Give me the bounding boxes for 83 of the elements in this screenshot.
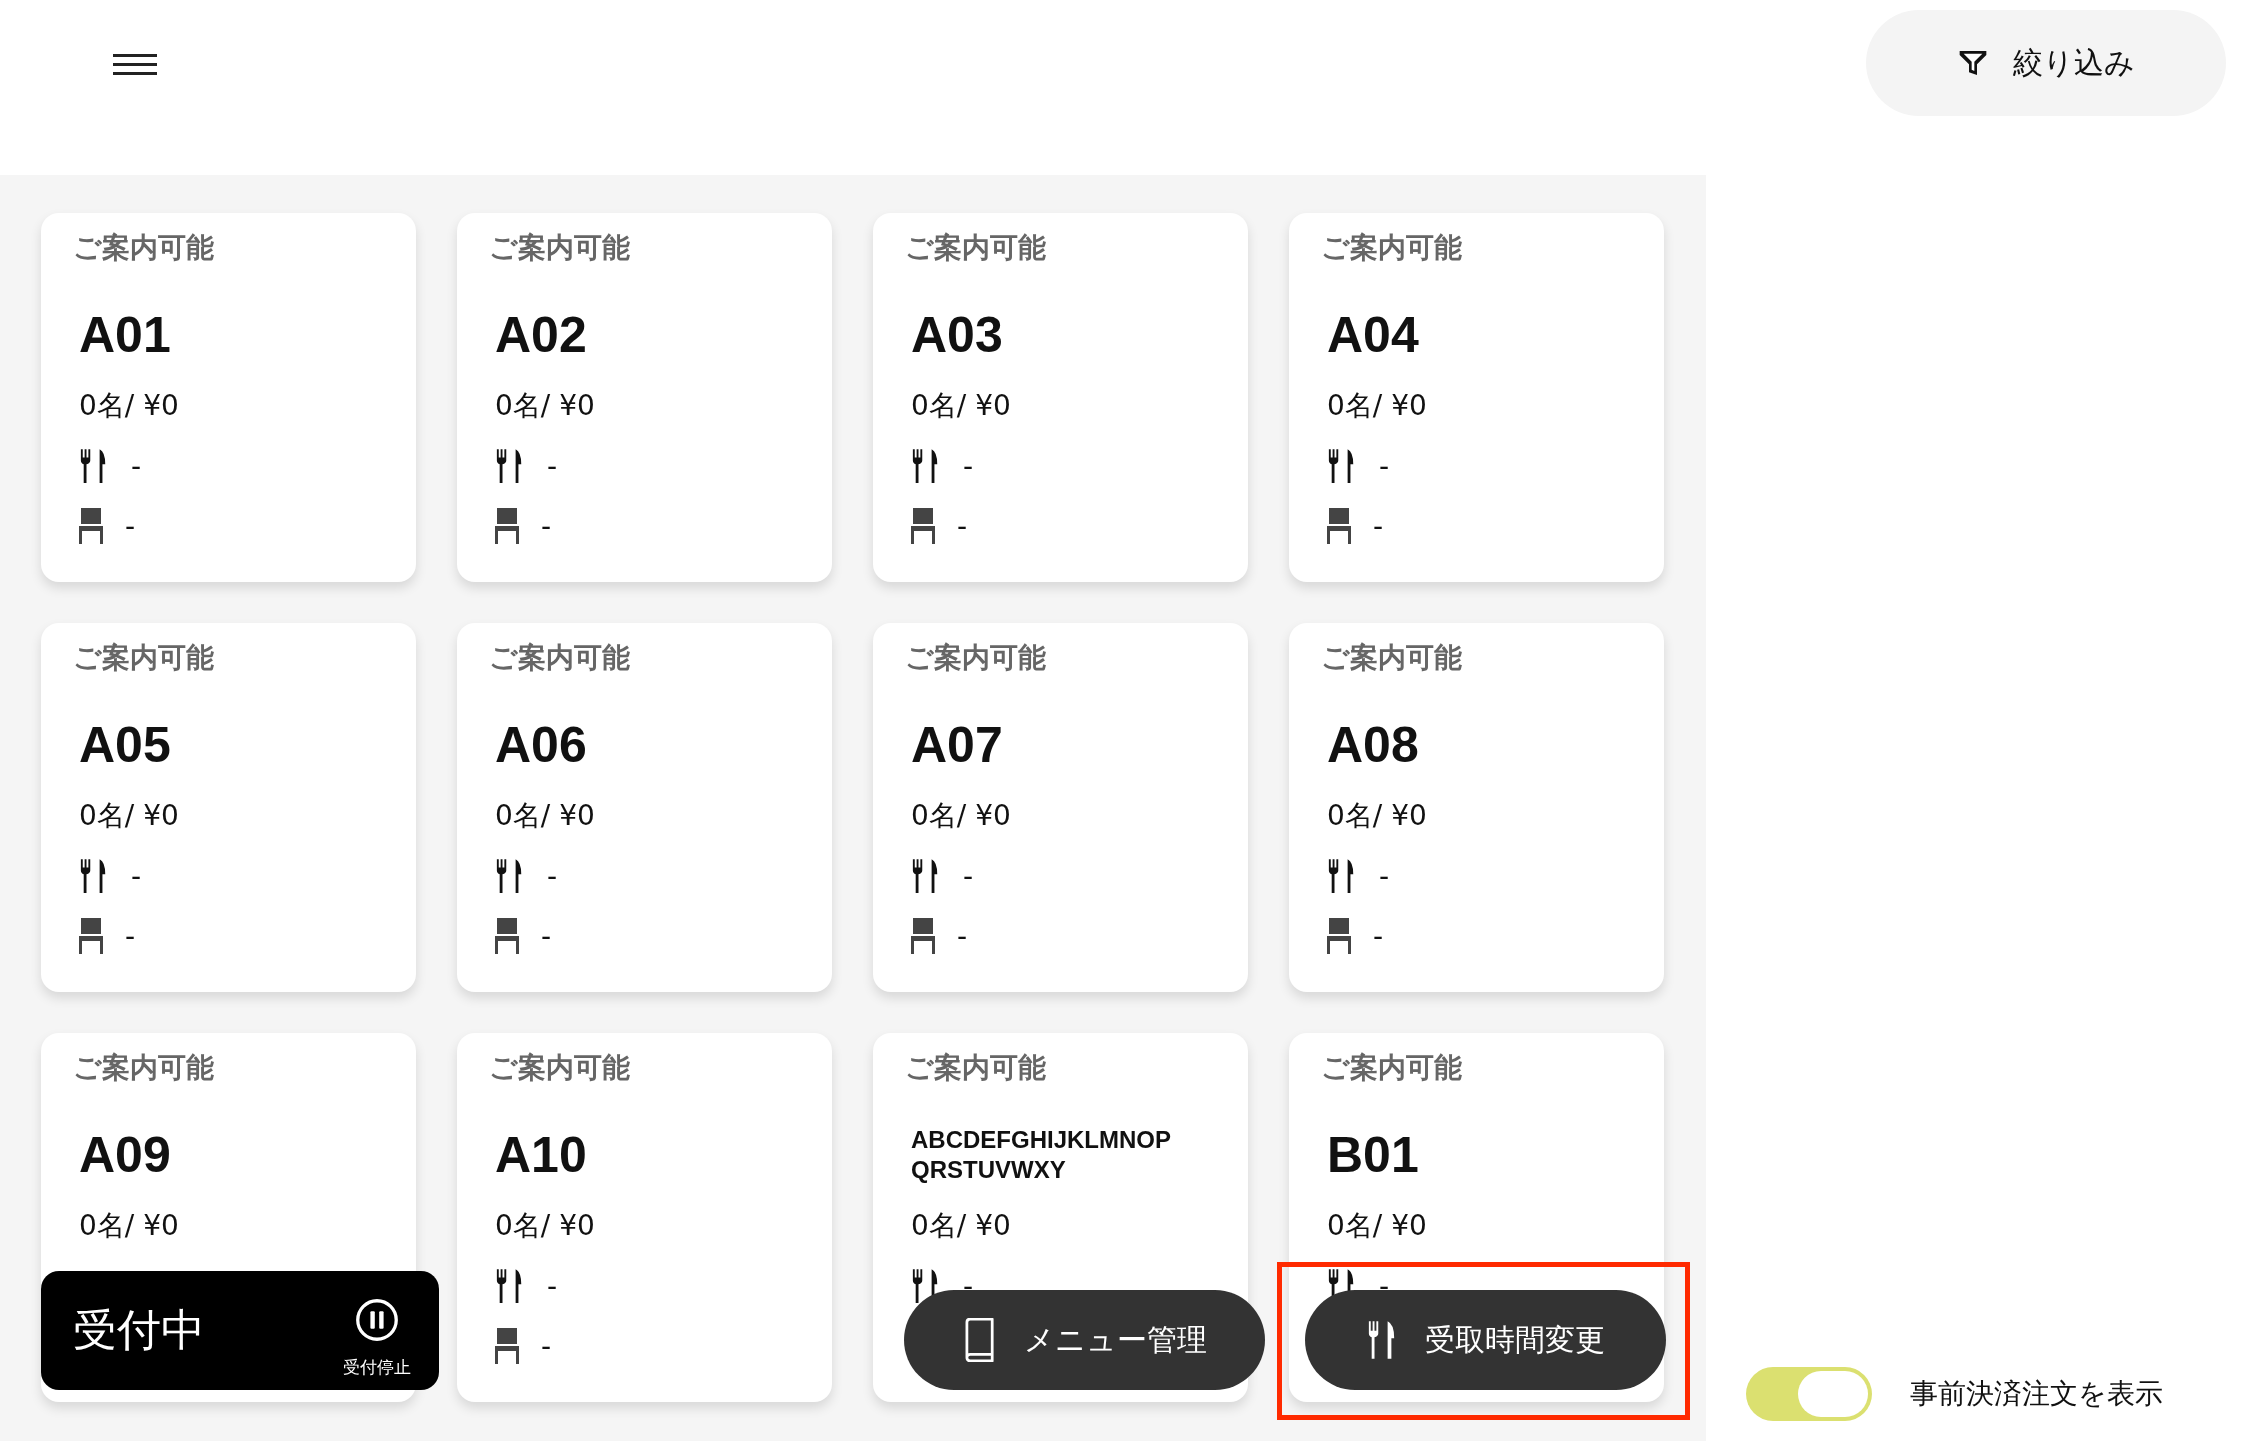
table-status: ご案内可能 [73,230,215,266]
seat-value: - [957,509,968,543]
table-status: ご案内可能 [489,230,631,266]
table-card[interactable]: ご案内可能 A08 0名/ ¥0 - - [1289,623,1664,992]
guest-summary: 0名/ ¥0 [1326,388,1428,424]
filter-button[interactable]: 絞り込み [1866,10,2226,116]
chair-icon [79,508,103,544]
reception-status: 受付中 [73,1303,205,1357]
table-card[interactable]: ご案内可能 A01 0名/ ¥0 - - [41,213,416,582]
chair-icon [495,508,519,544]
table-status: ご案内可能 [489,640,631,676]
table-card[interactable]: ご案内可能 A05 0名/ ¥0 - - [41,623,416,992]
table-card[interactable]: ご案内可能 A07 0名/ ¥0 - - [873,623,1248,992]
table-card[interactable]: ご案内可能 A06 0名/ ¥0 - - [457,623,832,992]
table-card[interactable]: ご案内可能 A10 0名/ ¥0 - - [457,1033,832,1402]
chair-icon [1327,918,1351,954]
reception-status-toast[interactable]: 受付中 受付停止 [41,1271,439,1390]
guest-summary: 0名/ ¥0 [494,388,596,424]
meal-value: - [131,449,142,483]
pause-label: 受付停止 [343,1356,411,1379]
seat-value: - [541,509,552,543]
meal-value: - [1379,449,1390,483]
guest-summary: 0名/ ¥0 [910,1208,1012,1244]
table-name: A07 [910,716,1003,775]
guest-summary: 0名/ ¥0 [910,388,1012,424]
table-name: ABCDEFGHIJKLMNOP QRSTUVWXY [910,1125,1172,1185]
seat-value: - [1373,919,1384,953]
table-status: ご案内可能 [73,1050,215,1086]
table-status: ご案内可能 [905,230,1047,266]
seat-value: - [541,1329,552,1363]
guest-summary: 0名/ ¥0 [494,798,596,834]
chair-icon [495,1328,519,1364]
guest-summary: 0名/ ¥0 [910,798,1012,834]
table-status: ご案内可能 [489,1050,631,1086]
seat-value: - [125,509,136,543]
table-card[interactable]: ご案内可能 A04 0名/ ¥0 - - [1289,213,1664,582]
chair-icon [911,508,935,544]
table-card[interactable]: ご案内可能 A03 0名/ ¥0 - - [873,213,1248,582]
seat-value: - [125,919,136,953]
meal-value: - [547,859,558,893]
chair-icon [495,918,519,954]
toggle-label: 事前決済注文を表示 [1910,1376,2163,1412]
table-name: A02 [494,306,587,365]
guest-summary: 0名/ ¥0 [78,798,180,834]
pause-icon[interactable] [355,1298,399,1342]
meal-value: - [963,449,974,483]
guest-summary: 0名/ ¥0 [78,388,180,424]
table-status: ご案内可能 [905,640,1047,676]
table-status: ご案内可能 [1321,1050,1463,1086]
table-name: A06 [494,716,587,775]
table-name: A09 [78,1126,171,1185]
guest-summary: 0名/ ¥0 [1326,1208,1428,1244]
meal-value: - [963,859,974,893]
fork-knife-icon [1366,1318,1397,1362]
table-status: ご案内可能 [1321,230,1463,266]
menu-icon[interactable] [113,54,157,75]
floating-action-menu[interactable]: 受取時間変更 [1305,1290,1666,1390]
table-name: A01 [78,306,171,365]
table-name: A04 [1326,306,1419,365]
meal-value: - [1379,859,1390,893]
guest-summary: 0名/ ¥0 [494,1208,596,1244]
table-name: A10 [494,1126,587,1185]
guest-summary: 0名/ ¥0 [78,1208,180,1244]
seat-value: - [541,919,552,953]
meal-value: - [547,449,558,483]
floating-action-menu[interactable]: メニュー管理 [904,1290,1265,1390]
table-status: ご案内可能 [905,1050,1047,1086]
meal-value: - [131,859,142,893]
chair-icon [79,918,103,954]
guest-summary: 0名/ ¥0 [1326,798,1428,834]
seat-value: - [957,919,968,953]
chair-icon [1327,508,1351,544]
table-name: B01 [1326,1126,1419,1185]
table-status: ご案内可能 [73,640,215,676]
seat-value: - [1373,509,1384,543]
prepaid-toggle[interactable] [1746,1367,1872,1421]
chair-icon [911,918,935,954]
table-name: A05 [78,716,171,775]
table-card[interactable]: ご案内可能 A02 0名/ ¥0 - - [457,213,832,582]
table-status: ご案内可能 [1321,640,1463,676]
table-name: A03 [910,306,1003,365]
meal-value: - [547,1269,558,1303]
table-name: A08 [1326,716,1419,775]
